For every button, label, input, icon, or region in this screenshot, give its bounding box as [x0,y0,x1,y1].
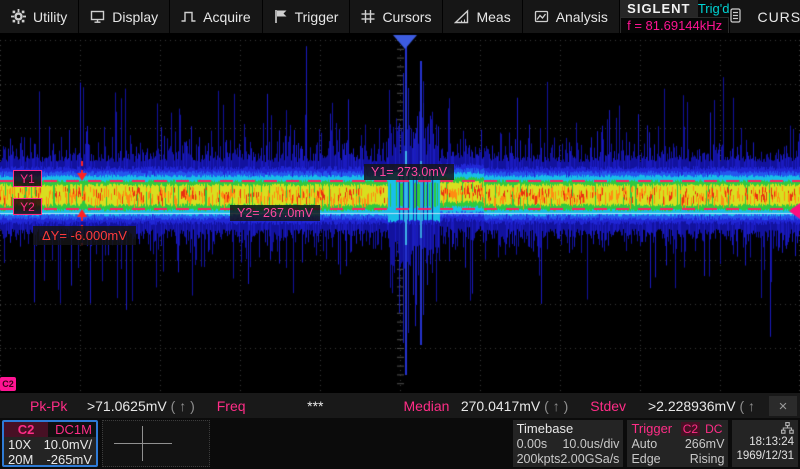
menu-display[interactable]: Display [79,0,170,33]
trigger-mode: Auto [631,437,657,451]
clock-date: 1969/12/31 [736,449,794,463]
acquire-icon [181,9,196,24]
analysis-icon [534,9,549,24]
meas-pkpk[interactable]: Pk-Pk >71.0625mV ( ↑ ) [0,393,209,419]
waveform-display[interactable]: Y1 Y2 Y1= 273.0mV Y2= 267.0mV ΔY= -6.000… [0,33,800,392]
cursors-icon [361,9,375,24]
panel-list-icon [730,8,741,26]
cursor-y2-handle[interactable]: Y2 [13,198,42,215]
cursors-panel-header[interactable]: CURSORS [730,0,800,33]
channel2-scale: 10.0mV/ [44,437,92,452]
timebase-scale: 10.0us/div [562,437,619,451]
cursor-y1-handle[interactable]: Y1 [13,170,42,187]
meas-stdev-value: >2.228936mV ( ↑ [648,398,769,414]
channel2-name: C2 [4,422,48,437]
menu-meas[interactable]: Meas [443,0,522,33]
menu-cursors-label: Cursors [382,9,431,25]
brand-block: SIGLENT Trig'd f = 81.69144kHz [620,0,731,33]
flag-icon [274,9,288,24]
menu-acquire[interactable]: Acquire [170,0,262,33]
cursor-y2-readout: Y2= 267.0mV [230,205,320,221]
meas-median[interactable]: Median 270.0417mV ( ↑ ) [396,393,583,419]
meas-median-label: Median [404,398,450,414]
menu-display-label: Display [112,9,158,25]
gear-icon [11,9,26,24]
trigger-type: Edge [631,452,660,466]
measurement-bar: Pk-Pk >71.0625mV ( ↑ ) Freq *** Median 2… [0,392,800,419]
close-measurements-button[interactable]: × [769,396,797,416]
meas-stdev-label: Stdev [590,398,626,414]
timebase-title: Timebase [517,421,620,436]
trigger-slope: Rising [690,452,725,466]
trigger-title: Trigger [631,421,672,436]
menu-acquire-label: Acquire [203,9,250,25]
channel2-probe: 10X [8,437,31,452]
menu-utility-label: Utility [33,9,67,25]
add-channel-area[interactable] [102,420,210,467]
menu-trigger[interactable]: Trigger [263,0,351,33]
display-icon [90,9,105,24]
status-bar: C2 DC1M 10X 10.0mV/ 20M -265mV Timebase … [0,418,800,469]
trend-up-icon: ( ↑ [739,398,755,414]
crosshair-icon [114,443,172,444]
menu-analysis-label: Analysis [556,9,608,25]
timebase-points: 200kpts [517,452,561,466]
lan-icon [781,421,794,435]
timebase-delay: 0.00s [517,437,548,451]
menu-bar: Utility Display Acquire Trigger Cursors … [0,0,800,33]
meas-icon [454,9,469,24]
trigger-level: 266mV [685,437,725,451]
persistence-waveform-canvas[interactable] [0,33,800,392]
meas-pkpk-label: Pk-Pk [30,398,67,414]
channel2-box[interactable]: C2 DC1M 10X 10.0mV/ 20M -265mV [2,420,98,467]
status-bar-spacer [214,420,509,467]
menu-analysis[interactable]: Analysis [523,0,620,33]
oscilloscope-screen: Utility Display Acquire Trigger Cursors … [0,0,800,469]
trend-up-icon: ( ↑ ) [544,398,568,414]
cursor-y1-readout: Y1= 273.0mV [364,164,454,180]
clock-time: 18:13:24 [749,435,794,449]
meas-freq-label: Freq [217,398,246,414]
siglent-logo: SIGLENT [620,0,698,17]
cursors-panel-label: CURSORS [757,9,800,25]
meas-freq[interactable]: Freq *** [209,393,396,419]
trend-up-icon: ( ↑ ) [171,398,195,414]
channel2-coupling: DC1M [48,422,96,437]
frequency-counter: f = 81.69144kHz [620,17,730,33]
menu-cursors[interactable]: Cursors [350,0,443,33]
menu-trigger-label: Trigger [295,9,339,25]
meas-pkpk-value: >71.0625mV ( ↑ ) [87,398,209,414]
timebase-box[interactable]: Timebase 0.00s 10.0us/div 200kpts 2.00GS… [513,420,624,467]
menu-utility[interactable]: Utility [0,0,79,33]
meas-stdev[interactable]: Stdev >2.228936mV ( ↑ [582,393,769,419]
crosshair-icon [142,426,143,461]
trigger-box[interactable]: Trigger C2 DC Auto 266mV Edge Rising [627,420,728,467]
channel-position-badge[interactable]: C2 [0,377,16,391]
trigger-coupling-chip: DC [703,422,724,436]
trigger-status: Trig'd [698,0,730,17]
clock-box[interactable]: 18:13:24 1969/12/31 [732,420,798,467]
timebase-samplerate: 2.00GSa/s [560,452,619,466]
channel2-bandwidth: 20M [8,452,33,467]
meas-median-value: 270.0417mV ( ↑ ) [461,398,582,414]
menu-meas-label: Meas [476,9,510,25]
cursor-delta-readout: ΔY= -6.000mV [33,226,136,245]
channel2-offset: -265mV [46,452,92,467]
meas-freq-value: *** [307,398,337,414]
trigger-source-chip: C2 [681,422,700,436]
